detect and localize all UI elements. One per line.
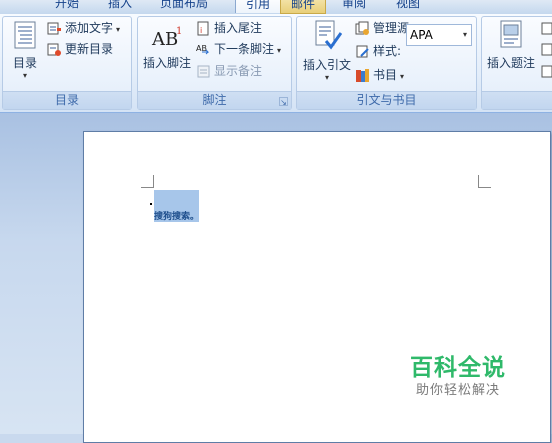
add-text-button[interactable]: 添加文字 ▾ — [47, 18, 120, 38]
add-text-label: 添加文字 — [65, 21, 114, 35]
document-selected-text[interactable]: 搜狗搜索。 — [154, 209, 199, 222]
insert-citation-label: 插入引文 — [302, 58, 351, 72]
chevron-down-icon: ▾ — [400, 72, 405, 81]
tab-page-layout[interactable]: 页面布局 — [160, 0, 208, 12]
next-footnote-button[interactable]: AB 下一条脚注 ▾ — [196, 39, 281, 59]
paragraph-mark — [150, 203, 152, 205]
citation-style-select[interactable]: APA ▾ — [406, 24, 472, 46]
svg-text:AB: AB — [151, 29, 178, 49]
chevron-down-icon: ▾ — [462, 30, 467, 39]
add-text-icon — [47, 22, 61, 35]
tab-mailings[interactable]: 邮件 — [280, 0, 327, 14]
tab-insert[interactable]: 插入 — [108, 0, 132, 12]
group-label-toc: 目录 — [3, 91, 131, 109]
manage-sources-label: 管理源 — [373, 21, 410, 35]
show-notes-label: 显示备注 — [214, 64, 263, 78]
style-label-row: 样式: — [355, 41, 401, 61]
endnote-icon: i — [197, 21, 209, 36]
margin-corner-top-left — [141, 175, 154, 188]
bibliography-icon — [356, 69, 369, 82]
manage-sources-button[interactable]: 管理源 — [355, 18, 409, 38]
svg-text:1: 1 — [176, 26, 182, 37]
insert-caption-button[interactable]: 插入题注 — [485, 19, 537, 71]
insert-endnote-label: 插入尾注 — [214, 21, 263, 35]
bibliography-button[interactable]: 书目 ▾ — [355, 65, 404, 85]
bibliography-label: 书目 — [373, 68, 398, 82]
toc-icon — [14, 21, 36, 49]
chevron-down-icon: ▾ — [277, 46, 282, 55]
insert-caption-label: 插入题注 — [486, 56, 535, 70]
group-label-captions: 题 — [482, 91, 552, 109]
footnote-ab-icon: AB 1 — [151, 26, 182, 50]
next-footnote-label: 下一条脚注 — [214, 42, 275, 56]
insert-table-of-figures-icon — [541, 22, 552, 35]
insert-footnote-label: 插入脚注 — [142, 56, 191, 70]
insert-citation-button[interactable]: 插入引文 ▾ — [301, 19, 353, 82]
tab-home[interactable]: 开始 — [55, 0, 79, 12]
tab-review[interactable]: 审阅 — [342, 0, 366, 12]
ribbon-tab-strip: 开始 插入 页面布局 引用 邮件 审阅 视图 — [0, 0, 552, 14]
tab-view[interactable]: 视图 — [396, 0, 420, 12]
toc-button[interactable]: 目录 ▾ — [7, 21, 43, 80]
insert-endnote-button[interactable]: i 插入尾注 — [196, 18, 262, 38]
group-label-citations: 引文与书目 — [297, 91, 476, 109]
chevron-down-icon: ▾ — [324, 73, 329, 82]
style-label: 样式: — [373, 44, 402, 58]
update-toc-button[interactable]: 更新目录 — [47, 39, 113, 59]
tab-references[interactable]: 引用 — [235, 0, 282, 13]
margin-corner-top-right — [478, 175, 491, 188]
insert-footnote-button[interactable]: AB 1 插入脚注 — [142, 25, 192, 71]
watermark-subtitle: 助你轻松解决 — [415, 383, 500, 398]
group-footnotes: AB 1 插入脚注 i 插入尾注 AB 下一条脚注 ▾ 显示备注 脚注 ↘ — [137, 16, 292, 110]
next-footnote-icon: AB — [196, 44, 210, 55]
svg-text:i: i — [200, 26, 202, 35]
update-toc-icon — [47, 43, 61, 56]
update-toc-label: 更新目录 — [65, 42, 114, 56]
cross-reference-icon — [541, 65, 552, 78]
toc-label: 目录 — [12, 56, 37, 70]
caption-small-button-2[interactable] — [540, 39, 552, 59]
show-notes-icon — [197, 65, 210, 78]
group-captions: 插入题注 题 — [481, 16, 552, 110]
update-table-icon — [541, 43, 552, 56]
watermark-title: 百科全说 — [410, 355, 506, 381]
insert-citation-icon — [315, 20, 343, 50]
style-icon — [356, 45, 369, 58]
citation-style-value: APA — [410, 28, 433, 42]
insert-caption-icon — [500, 20, 522, 48]
caption-small-button-3[interactable] — [540, 61, 552, 81]
chevron-down-icon: ▾ — [22, 71, 27, 80]
manage-sources-icon — [355, 21, 369, 35]
footnote-dialog-launcher-icon[interactable]: ↘ — [279, 97, 288, 107]
chevron-down-icon: ▾ — [116, 25, 121, 34]
watermark-logo: 百科全说 助你轻松解决 — [406, 354, 510, 400]
show-notes-button[interactable]: 显示备注 — [196, 61, 262, 81]
group-table-of-contents: 目录 ▾ 添加文字 ▾ 更新目录 目录 — [2, 16, 132, 110]
group-label-footnotes: 脚注 — [138, 91, 291, 109]
caption-small-button-1[interactable] — [540, 18, 552, 38]
